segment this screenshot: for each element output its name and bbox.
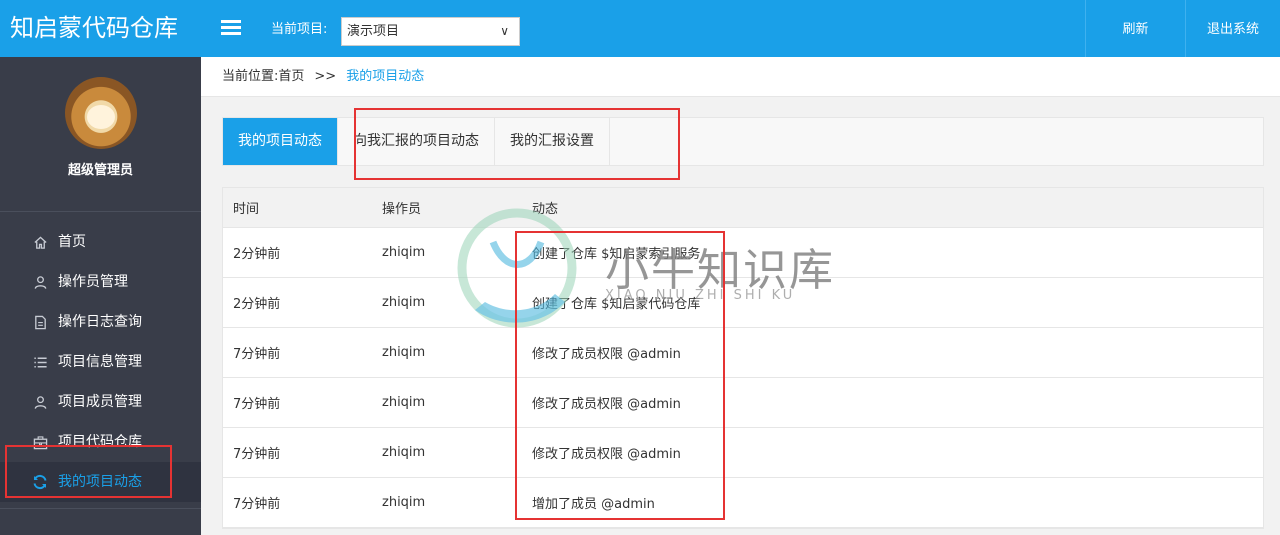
- breadcrumb-prefix: 当前位置:: [222, 69, 279, 84]
- cell-operator: zhiqim: [382, 495, 426, 510]
- header-time: 时间: [233, 202, 260, 217]
- breadcrumb: 当前位置:首页 >> 我的项目动态: [201, 57, 1280, 97]
- list-icon: [32, 354, 48, 370]
- cell-operator: zhiqim: [382, 295, 426, 310]
- tab-report-settings[interactable]: 我的汇报设置: [495, 118, 610, 165]
- header-activity: 动态: [532, 202, 559, 217]
- cell-operator: zhiqim: [382, 245, 426, 260]
- sidebar: 知启蒙代码仓库 超级管理员 首页 操作员管理 操作日志查询 项目信息管理 项目成…: [0, 0, 201, 535]
- project-label: 当前项目:: [271, 22, 328, 37]
- sidebar-item-label: 项目代码仓库: [58, 434, 142, 450]
- project-select-value: 演示项目: [347, 24, 400, 39]
- cell-time: 2分钟前: [233, 297, 281, 312]
- username: 超级管理员: [67, 163, 133, 178]
- tab-my-activity[interactable]: 我的项目动态: [223, 118, 338, 165]
- sidebar-item-my-activity[interactable]: 我的项目动态: [0, 462, 201, 502]
- cell-activity: 修改了成员权限 @admin: [532, 397, 681, 412]
- sidebar-item-label: 我的项目动态: [58, 474, 142, 490]
- cell-activity: 修改了成员权限 @admin: [532, 347, 681, 362]
- header-operator: 操作员: [382, 202, 422, 217]
- breadcrumb-separator: >>: [314, 69, 337, 84]
- sidebar-menu: 首页 操作员管理 操作日志查询 项目信息管理 项目成员管理 项目代码仓库 我的项…: [0, 212, 201, 502]
- table-row: 7分钟前 zhiqim 修改了成员权限 @admin: [223, 378, 1263, 428]
- table-row: 7分钟前 zhiqim 修改了成员权限 @admin: [223, 428, 1263, 478]
- avatar[interactable]: [64, 77, 137, 149]
- project-select[interactable]: 演示项目 ∨: [341, 17, 520, 46]
- activity-table: 时间 操作员 动态 2分钟前 zhiqim 创建了仓库 $知启蒙索引服务 2分钟…: [222, 187, 1264, 529]
- table-row: 2分钟前 zhiqim 创建了仓库 $知启蒙索引服务: [223, 228, 1263, 278]
- sidebar-item-label: 操作日志查询: [58, 314, 142, 330]
- table-row: 2分钟前 zhiqim 创建了仓库 $知启蒙代码仓库: [223, 278, 1263, 328]
- chevron-down-icon: ∨: [500, 24, 509, 38]
- sidebar-item-label: 首页: [58, 234, 86, 250]
- cell-time: 7分钟前: [233, 397, 281, 412]
- logout-button[interactable]: 退出系统: [1185, 0, 1280, 57]
- sidebar-item-label: 操作员管理: [58, 274, 128, 290]
- cell-time: 7分钟前: [233, 447, 281, 462]
- refresh-icon: [32, 474, 48, 490]
- tab-reported-activity[interactable]: 向我汇报的项目动态: [338, 118, 495, 165]
- sidebar-item-operators[interactable]: 操作员管理: [0, 262, 201, 302]
- menu-toggle-icon[interactable]: [221, 20, 241, 36]
- sidebar-item-home[interactable]: 首页: [0, 222, 201, 262]
- sidebar-item-project-members[interactable]: 项目成员管理: [0, 382, 201, 422]
- sidebar-item-code-repo[interactable]: 项目代码仓库: [0, 422, 201, 462]
- refresh-button[interactable]: 刷新: [1085, 0, 1185, 57]
- tab-bar: 我的项目动态 向我汇报的项目动态 我的汇报设置: [222, 117, 1264, 166]
- home-icon: [32, 234, 48, 250]
- cell-activity: 创建了仓库 $知启蒙索引服务: [532, 247, 701, 262]
- cell-activity: 创建了仓库 $知启蒙代码仓库: [532, 297, 701, 312]
- cell-activity: 修改了成员权限 @admin: [532, 447, 681, 462]
- cell-operator: zhiqim: [382, 345, 426, 360]
- breadcrumb-current: 我的项目动态: [346, 69, 425, 84]
- sidebar-item-label: 项目成员管理: [58, 394, 142, 410]
- sidebar-item-project-info[interactable]: 项目信息管理: [0, 342, 201, 382]
- user-panel: 超级管理员: [0, 77, 201, 212]
- user-icon: [32, 274, 48, 290]
- top-bar: 当前项目: 演示项目 ∨ 刷新 退出系统: [201, 0, 1280, 57]
- breadcrumb-home[interactable]: 首页: [278, 69, 304, 84]
- table-row: 7分钟前 zhiqim 修改了成员权限 @admin: [223, 328, 1263, 378]
- user-icon: [32, 394, 48, 410]
- cell-time: 7分钟前: [233, 497, 281, 512]
- brand-logo[interactable]: 知启蒙代码仓库: [0, 0, 201, 57]
- table-row: 7分钟前 zhiqim 增加了成员 @admin: [223, 478, 1263, 528]
- cell-time: 7分钟前: [233, 347, 281, 362]
- document-icon: [32, 314, 48, 330]
- cell-operator: zhiqim: [382, 445, 426, 460]
- cell-activity: 增加了成员 @admin: [532, 497, 655, 512]
- table-header: 时间 操作员 动态: [223, 188, 1263, 228]
- sidebar-item-label: 项目信息管理: [58, 354, 142, 370]
- sidebar-divider: [0, 508, 201, 509]
- sidebar-item-logs[interactable]: 操作日志查询: [0, 302, 201, 342]
- cell-time: 2分钟前: [233, 247, 281, 262]
- briefcase-icon: [32, 434, 48, 450]
- cell-operator: zhiqim: [382, 395, 426, 410]
